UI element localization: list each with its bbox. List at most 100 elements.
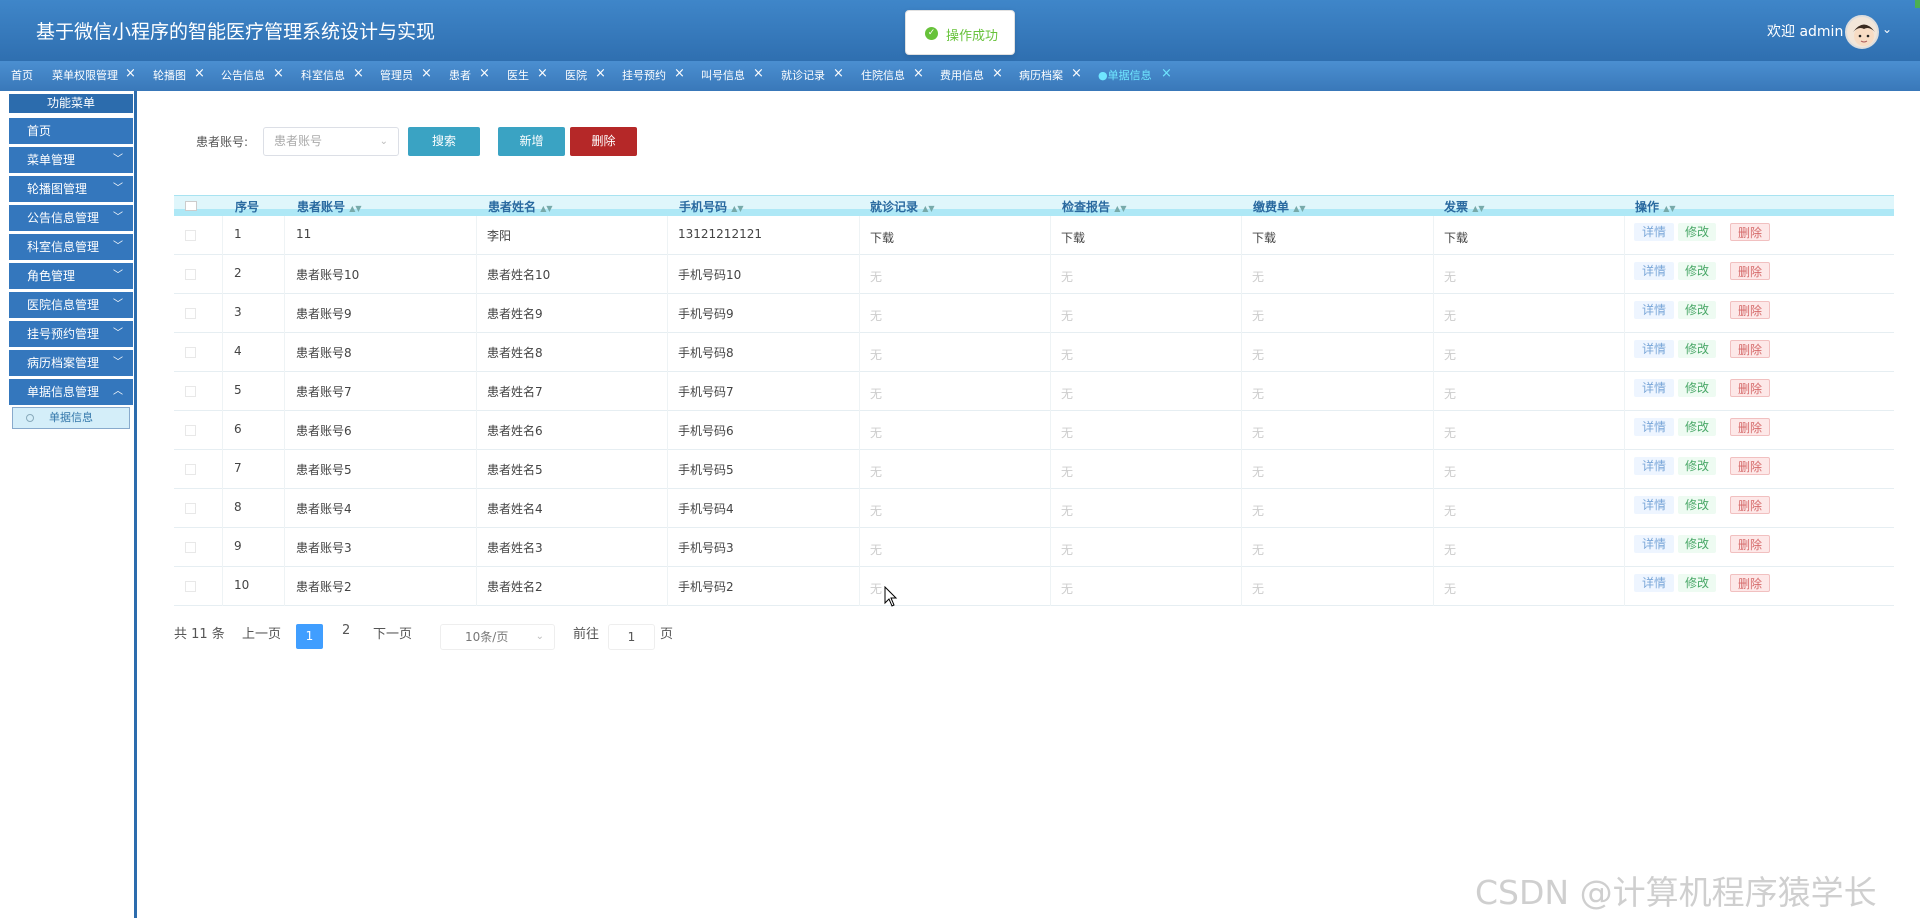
edit-button[interactable]: 修改 <box>1678 379 1716 397</box>
delete-button[interactable]: 删除 <box>1730 496 1770 514</box>
prev-page-button[interactable]: 上一页 <box>242 623 281 642</box>
sort-icon[interactable]: ▲▼ <box>349 204 361 213</box>
sidebar-item-menu[interactable]: 菜单管理 ﹀ <box>9 147 133 173</box>
close-icon[interactable]: × <box>353 59 364 89</box>
sidebar-item-medical-records[interactable]: 病历档案管理 ﹀ <box>9 350 133 376</box>
row-checkbox[interactable] <box>185 386 196 397</box>
patient-account-input[interactable]: 患者账号 ⌄ <box>263 127 399 156</box>
row-checkbox[interactable] <box>185 425 196 436</box>
col-header-visit-record[interactable]: 就诊记录 ▲▼ <box>870 198 935 215</box>
row-checkbox[interactable] <box>185 347 196 358</box>
detail-button[interactable]: 详情 <box>1634 379 1674 397</box>
tab-hospital[interactable]: 医院 × <box>565 61 606 91</box>
edit-button[interactable]: 修改 <box>1678 496 1716 514</box>
col-header-payment[interactable]: 缴费单 ▲▼ <box>1253 198 1306 215</box>
tab-admin[interactable]: 管理员 × <box>380 61 432 91</box>
row-payment[interactable]: 下载 <box>1252 229 1276 246</box>
goto-page-input[interactable]: 1 <box>608 624 655 650</box>
row-visit-record[interactable]: 下载 <box>870 229 894 246</box>
row-checkbox[interactable] <box>185 542 196 553</box>
edit-button[interactable]: 修改 <box>1678 574 1716 592</box>
edit-button[interactable]: 修改 <box>1678 535 1716 553</box>
edit-button[interactable]: 修改 <box>1678 418 1716 436</box>
close-icon[interactable]: × <box>753 59 764 89</box>
delete-button[interactable]: 删除 <box>1730 340 1770 358</box>
tab-doctor[interactable]: 医生 × <box>507 61 548 91</box>
close-icon[interactable]: × <box>1071 59 1082 89</box>
detail-button[interactable]: 详情 <box>1634 301 1674 319</box>
close-icon[interactable]: × <box>537 59 548 89</box>
detail-button[interactable]: 详情 <box>1634 418 1674 436</box>
search-button[interactable]: 搜索 <box>408 127 480 156</box>
close-icon[interactable]: × <box>1161 59 1172 89</box>
tab-patient[interactable]: 患者 × <box>449 61 490 91</box>
row-checkbox[interactable] <box>185 308 196 319</box>
batch-delete-button[interactable]: 删除 <box>570 127 637 156</box>
close-icon[interactable]: × <box>479 59 490 89</box>
sort-icon[interactable]: ▲▼ <box>731 204 743 213</box>
page-size-select[interactable]: 10条/页 ⌄ <box>440 624 555 650</box>
detail-button[interactable]: 详情 <box>1634 262 1674 280</box>
detail-button[interactable]: 详情 <box>1634 340 1674 358</box>
detail-button[interactable]: 详情 <box>1634 535 1674 553</box>
sort-icon[interactable]: ▲▼ <box>1293 204 1305 213</box>
close-icon[interactable]: × <box>992 59 1003 89</box>
page-1-button[interactable]: 1 <box>296 624 323 649</box>
tab-menu-permission[interactable]: 菜单权限管理 × <box>52 61 136 91</box>
sidebar-item-appointment[interactable]: 挂号预约管理 ﹀ <box>9 321 133 347</box>
sidebar-item-home[interactable]: 首页 <box>9 118 133 144</box>
tab-hospitalization[interactable]: 住院信息 × <box>861 61 924 91</box>
row-exam-report[interactable]: 下载 <box>1061 229 1085 246</box>
row-checkbox[interactable] <box>185 581 196 592</box>
delete-button[interactable]: 删除 <box>1730 301 1770 319</box>
tab-queue[interactable]: 叫号信息 × <box>701 61 764 91</box>
edit-button[interactable]: 修改 <box>1678 262 1716 280</box>
delete-button[interactable]: 删除 <box>1730 574 1770 592</box>
sort-icon[interactable]: ▲▼ <box>922 204 934 213</box>
row-checkbox[interactable] <box>185 503 196 514</box>
delete-button[interactable]: 删除 <box>1730 535 1770 553</box>
tab-appointment[interactable]: 挂号预约 × <box>622 61 685 91</box>
close-icon[interactable]: × <box>595 59 606 89</box>
col-header-exam-report[interactable]: 检查报告 ▲▼ <box>1062 198 1127 215</box>
sort-icon[interactable]: ▲▼ <box>1663 204 1675 213</box>
sort-icon[interactable]: ▲▼ <box>1114 204 1126 213</box>
edit-button[interactable]: 修改 <box>1678 223 1716 241</box>
tab-carousel[interactable]: 轮播图 × <box>153 61 205 91</box>
sidebar-item-role[interactable]: 角色管理 ﹀ <box>9 263 133 289</box>
row-checkbox[interactable] <box>185 230 196 241</box>
tab-medical-records[interactable]: 病历档案 × <box>1019 61 1082 91</box>
chevron-down-icon[interactable]: ⌄ <box>1882 22 1892 36</box>
tab-announcement[interactable]: 公告信息 × <box>221 61 284 91</box>
avatar[interactable] <box>1845 15 1879 49</box>
detail-button[interactable]: 详情 <box>1634 574 1674 592</box>
delete-button[interactable]: 删除 <box>1730 457 1770 475</box>
close-icon[interactable]: × <box>273 59 284 89</box>
detail-button[interactable]: 详情 <box>1634 223 1674 241</box>
tab-invoice-info[interactable]: ●单据信息 × <box>1098 61 1172 91</box>
delete-button[interactable]: 删除 <box>1730 418 1770 436</box>
detail-button[interactable]: 详情 <box>1634 496 1674 514</box>
edit-button[interactable]: 修改 <box>1678 457 1716 475</box>
col-header-name[interactable]: 患者姓名 ▲▼ <box>488 198 553 215</box>
sidebar-item-invoice[interactable]: 单据信息管理 ︿ <box>9 379 133 405</box>
col-header-account[interactable]: 患者账号 ▲▼ <box>297 198 362 215</box>
sidebar-item-carousel[interactable]: 轮播图管理 ﹀ <box>9 176 133 202</box>
tab-home[interactable]: 首页 <box>11 61 33 91</box>
edit-button[interactable]: 修改 <box>1678 301 1716 319</box>
close-icon[interactable]: × <box>125 59 136 89</box>
sidebar-item-announcement[interactable]: 公告信息管理 ﹀ <box>9 205 133 231</box>
close-icon[interactable]: × <box>913 59 924 89</box>
select-all-checkbox[interactable] <box>185 201 197 211</box>
sort-icon[interactable]: ▲▼ <box>1472 204 1484 213</box>
sort-icon[interactable]: ▲▼ <box>540 204 552 213</box>
edit-button[interactable]: 修改 <box>1678 340 1716 358</box>
tab-fees[interactable]: 费用信息 × <box>940 61 1003 91</box>
tab-visit-record[interactable]: 就诊记录 × <box>781 61 844 91</box>
row-checkbox[interactable] <box>185 464 196 475</box>
row-checkbox[interactable] <box>185 269 196 280</box>
tab-department[interactable]: 科室信息 × <box>301 61 364 91</box>
page-2-button[interactable]: 2 <box>342 623 350 638</box>
sidebar-item-hospital[interactable]: 医院信息管理 ﹀ <box>9 292 133 318</box>
detail-button[interactable]: 详情 <box>1634 457 1674 475</box>
